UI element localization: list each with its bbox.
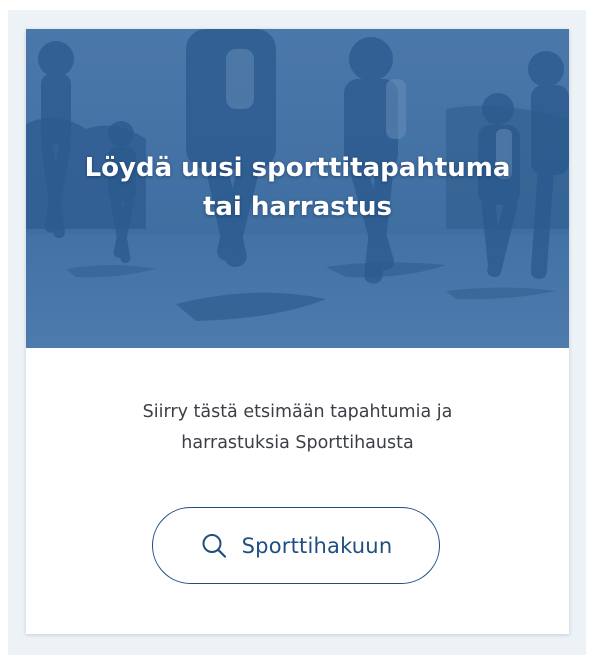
sporttihakuun-button[interactable]: Sporttihakuun	[152, 507, 440, 584]
hero-title-line-2: tai harrastus	[202, 192, 393, 222]
hero-title: Löydä uusi sporttitapahtuma tai harrastu…	[26, 149, 569, 227]
hero-banner: Löydä uusi sporttitapahtuma tai harrastu…	[26, 29, 569, 348]
promo-card: Löydä uusi sporttitapahtuma tai harrastu…	[26, 29, 569, 634]
card-description-line-2: harrastuksia Sporttihausta	[181, 433, 414, 453]
hero-title-line-1: Löydä uusi sporttitapahtuma	[84, 153, 511, 183]
card-description: Siirry tästä etsimään tapahtumia ja harr…	[26, 397, 569, 459]
search-icon	[202, 533, 226, 558]
card-description-line-1: Siirry tästä etsimään tapahtumia ja	[142, 402, 453, 422]
sporttihakuun-button-label: Sporttihakuun	[241, 533, 393, 558]
